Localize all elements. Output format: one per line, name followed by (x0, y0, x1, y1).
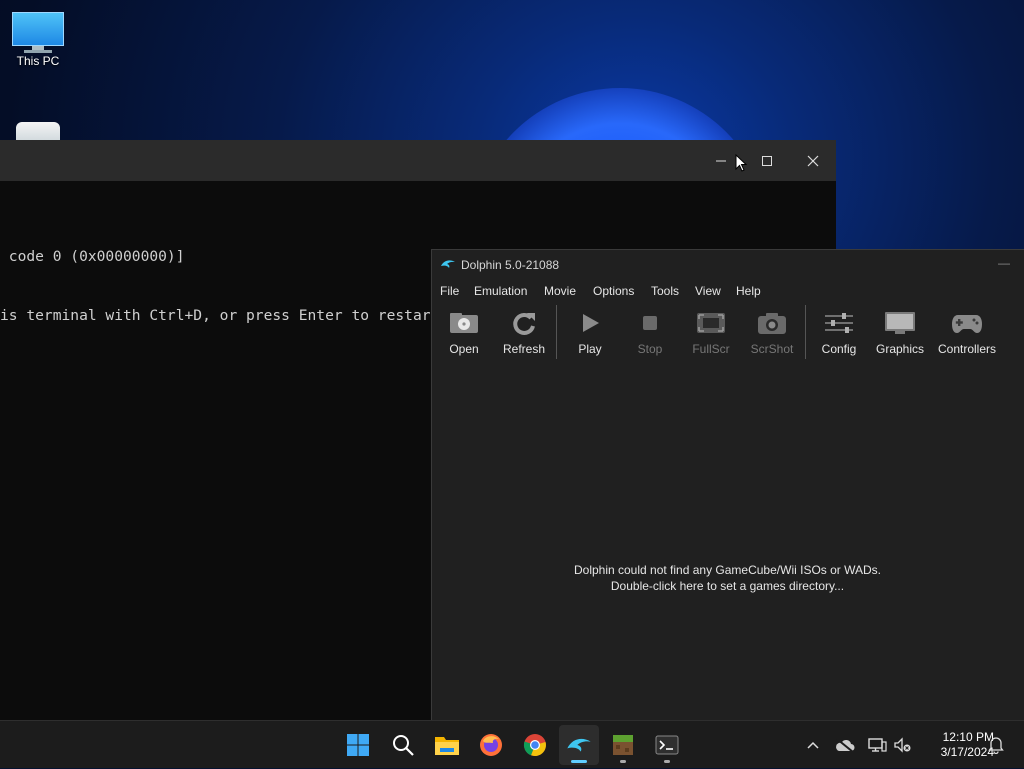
dolphin-window[interactable]: Dolphin 5.0-21088 — File Emulation Movie… (431, 249, 1024, 720)
play-icon (583, 314, 599, 332)
maximize-icon (762, 155, 772, 166)
close-icon (807, 155, 819, 166)
tray-volume[interactable] (890, 721, 914, 769)
toolbar-open-button[interactable]: Open (434, 304, 494, 356)
tray-onedrive[interactable] (832, 721, 858, 769)
mouse-cursor-icon (735, 154, 748, 172)
recycle-bin-icon (16, 122, 60, 142)
empty-message-line: Dolphin could not find any GameCube/Wii … (573, 563, 881, 577)
desktop-icon-this-pc[interactable]: This PC (0, 12, 76, 68)
tray-overflow-button[interactable] (802, 721, 824, 769)
toolbar-config-button[interactable]: Config (809, 304, 869, 356)
toolbar-play-button[interactable]: Play (560, 304, 620, 356)
maximize-button[interactable] (744, 140, 790, 181)
volume-muted-icon (894, 737, 911, 753)
toolbar-controllers-button[interactable]: Controllers (936, 304, 998, 356)
toolbar-graphics-button[interactable]: Graphics (870, 304, 930, 356)
taskbar-firefox[interactable] (471, 725, 511, 765)
toolbar-refresh-button[interactable]: Refresh (494, 304, 554, 356)
clock-time: 12:10 PM (942, 730, 994, 744)
network-icon (868, 738, 887, 752)
dolphin-window-title: Dolphin 5.0-21088 (461, 258, 560, 272)
game-list[interactable]: Dolphin could not find any GameCube/Wii … (432, 362, 1023, 719)
terminal-titlebar[interactable] (0, 140, 836, 181)
taskbar-start-button[interactable] (338, 725, 378, 765)
clock-date: 3/17/2024 (940, 745, 994, 759)
taskbar-dolphin[interactable] (559, 725, 599, 765)
tray-notifications[interactable] (984, 721, 1008, 769)
toolbar-separator (556, 305, 557, 359)
taskbar-search-button[interactable] (383, 725, 423, 765)
refresh-icon (513, 312, 535, 335)
terminal-line: is terminal with Ctrl+D, or press Enter … (0, 306, 449, 324)
minimize-icon (716, 160, 726, 161)
terminal-output[interactable]: code 0 (0x00000000)] is terminal with Ct… (0, 208, 448, 364)
dolphin-icon (567, 738, 591, 752)
menu-options[interactable]: Options (593, 284, 634, 298)
desktop-icon-label: This PC (16, 54, 60, 68)
monitor-icon (885, 312, 915, 334)
chrome-icon (523, 734, 546, 757)
stop-icon (643, 316, 657, 330)
dolphin-toolbar: Open Refresh Play Stop FullScr ScrShot C… (432, 304, 1024, 360)
toolbar-screenshot-button[interactable]: ScrShot (742, 304, 802, 356)
close-button[interactable] (790, 140, 836, 181)
cloud-offline-icon (836, 738, 855, 752)
taskbar: 12:10 PM 3/17/2024 (0, 720, 1024, 768)
camera-icon (758, 313, 786, 334)
monitor-icon (12, 12, 64, 53)
fullscreen-icon (697, 313, 725, 333)
taskbar-file-explorer[interactable] (427, 725, 467, 765)
dolphin-minimize-button[interactable]: — (998, 256, 1010, 270)
folder-icon (435, 737, 459, 755)
sliders-icon (825, 313, 853, 333)
chevron-up-icon (807, 741, 819, 749)
dolphin-icon (441, 260, 455, 268)
taskbar-terminal[interactable] (647, 725, 687, 765)
minecraft-icon (613, 735, 633, 755)
empty-message-line: Double-click here to set a games directo… (610, 579, 845, 593)
firefox-icon (480, 734, 502, 756)
menu-view[interactable]: View (695, 284, 721, 298)
menu-help[interactable]: Help (736, 284, 761, 298)
menu-emulation[interactable]: Emulation (474, 284, 527, 298)
windows-start-icon (347, 734, 369, 756)
dolphin-titlebar[interactable]: Dolphin 5.0-21088 — (432, 250, 1024, 280)
desktop-icon-recycle-bin[interactable] (0, 122, 76, 142)
menu-tools[interactable]: Tools (651, 284, 679, 298)
running-indicator (664, 760, 670, 763)
running-indicator (620, 760, 626, 763)
toolbar-stop-button[interactable]: Stop (620, 304, 680, 356)
open-disc-icon (450, 313, 478, 333)
tray-network[interactable] (864, 721, 890, 769)
active-indicator (571, 760, 587, 763)
menu-movie[interactable]: Movie (544, 284, 576, 298)
toolbar-fullscreen-button[interactable]: FullScr (681, 304, 741, 356)
menu-file[interactable]: File (440, 284, 459, 298)
terminal-line: code 0 (0x00000000)] (0, 248, 185, 265)
toolbar-separator (805, 305, 806, 359)
terminal-icon (655, 735, 679, 755)
taskbar-chrome[interactable] (515, 725, 555, 765)
bell-icon (988, 737, 1004, 754)
gamepad-icon (952, 315, 982, 333)
taskbar-minecraft[interactable] (603, 725, 643, 765)
tray-clock[interactable]: 12:10 PM 3/17/2024 (918, 730, 994, 760)
search-icon (393, 735, 414, 756)
